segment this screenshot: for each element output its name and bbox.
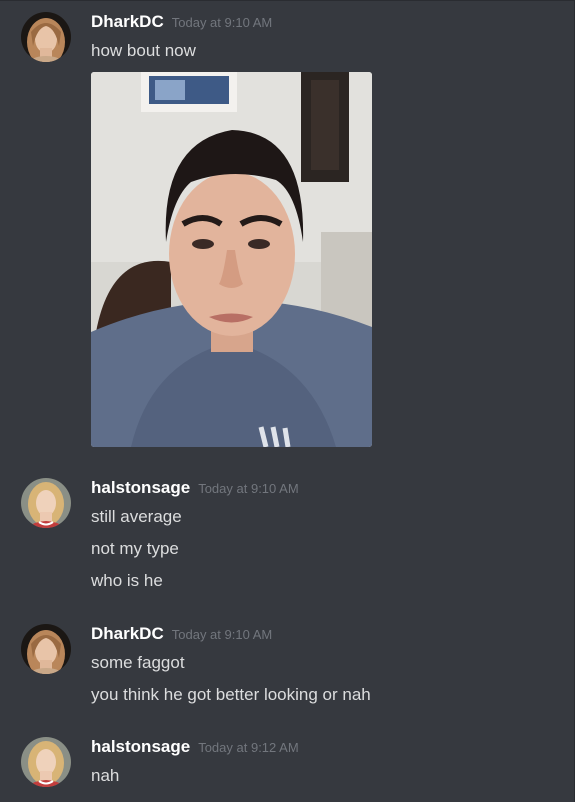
avatar-dharkdc[interactable] <box>21 12 71 62</box>
avatar-image <box>21 478 71 528</box>
message-group: DharkDC Today at 9:10 AM some faggot you … <box>0 612 575 722</box>
image-attachment[interactable] <box>91 72 372 447</box>
message-header: halstonsage Today at 9:12 AM <box>91 737 299 757</box>
message-group: halstonsage Today at 9:10 AM still averag… <box>0 466 575 606</box>
timestamp: Today at 9:10 AM <box>171 627 273 642</box>
message-text: you think he got better looking or nah <box>91 685 371 704</box>
timestamp: Today at 9:10 AM <box>171 15 273 30</box>
avatar-halstonsage[interactable] <box>21 478 71 528</box>
message-header: halstonsage Today at 9:10 AM <box>91 478 299 498</box>
message-group: DharkDC Today at 9:10 AM how bout now <box>0 0 575 460</box>
avatar-image <box>21 12 71 62</box>
username[interactable]: halstonsage <box>91 737 190 756</box>
username[interactable]: DharkDC <box>91 12 164 31</box>
avatar-dharkdc[interactable] <box>21 624 71 674</box>
message-text: some faggot <box>91 653 185 672</box>
message-text: nah <box>91 766 120 785</box>
username[interactable]: halstonsage <box>91 478 190 497</box>
message-header: DharkDC Today at 9:10 AM <box>91 624 272 644</box>
username[interactable]: DharkDC <box>91 624 164 643</box>
message-text: who is he <box>91 571 163 590</box>
attachment-photo <box>91 72 372 447</box>
message-text: how bout now <box>91 41 196 60</box>
avatar-halstonsage[interactable] <box>21 737 71 787</box>
message-header: DharkDC Today at 9:10 AM <box>91 12 272 32</box>
message-group: halstonsage Today at 9:12 AM nah <box>0 725 575 802</box>
avatar-image <box>21 624 71 674</box>
message-text: still average <box>91 507 182 526</box>
timestamp: Today at 9:12 AM <box>198 740 299 755</box>
timestamp: Today at 9:10 AM <box>198 481 299 496</box>
message-text: not my type <box>91 539 179 558</box>
avatar-image <box>21 737 71 787</box>
